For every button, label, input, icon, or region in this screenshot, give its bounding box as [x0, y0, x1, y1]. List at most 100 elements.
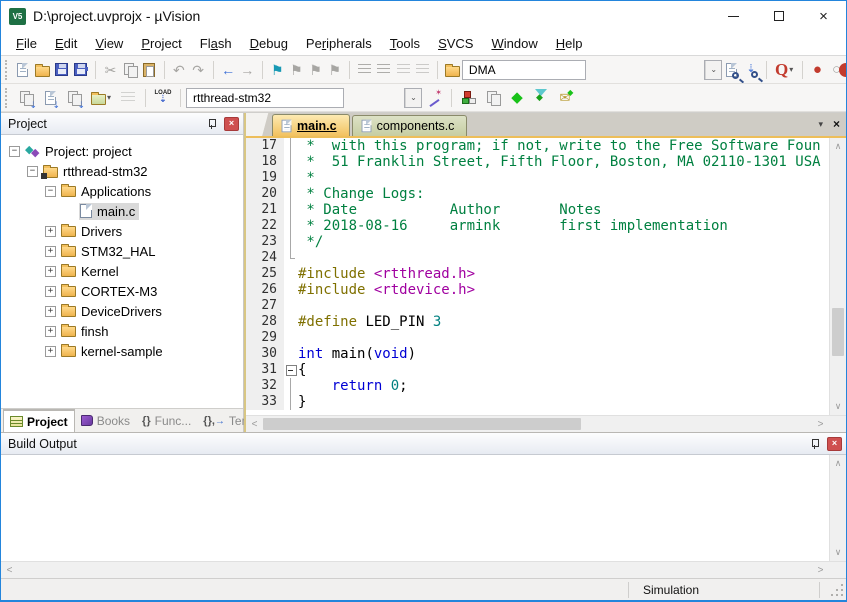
menu-help[interactable]: Help [547, 32, 592, 55]
scroll-right-icon[interactable]: > [812, 416, 829, 432]
build-button[interactable]: ⇣ [38, 86, 62, 110]
code-line-20[interactable]: 20 * Change Logs: [246, 186, 829, 202]
tab-list-dropdown-icon[interactable]: ▾ [818, 119, 823, 130]
find-button[interactable] [722, 58, 741, 82]
clear-bookmarks-button[interactable]: ⚑ [325, 58, 344, 82]
toolbar-grip-2[interactable] [5, 88, 10, 108]
code-line-32[interactable]: 32 return 0; [246, 378, 829, 394]
expand-icon[interactable]: + [45, 286, 56, 297]
paste-button[interactable] [139, 58, 158, 82]
translate-button[interactable]: ⇣ [14, 86, 38, 110]
build-horizontal-scrollbar[interactable]: < > [1, 561, 846, 578]
tree-item-finsh[interactable]: +finsh [1, 321, 243, 341]
collapse-icon[interactable]: − [27, 166, 38, 177]
menu-flash[interactable]: Flash [191, 32, 241, 55]
code-line-24[interactable]: 24 [246, 250, 829, 266]
scroll-up-icon[interactable]: ∧ [830, 138, 846, 155]
debug-q-button[interactable]: Q▾ [771, 58, 797, 82]
code-line-19[interactable]: 19 * [246, 170, 829, 186]
manage-components-button[interactable]: ✉ [553, 86, 577, 110]
close-document-icon[interactable]: × [833, 117, 840, 131]
build-scroll-up-icon[interactable]: ∧ [830, 455, 846, 472]
maximize-button[interactable] [756, 2, 801, 31]
batch-build-button[interactable]: ▾ [86, 86, 116, 110]
tree-item-drivers[interactable]: +Drivers [1, 221, 243, 241]
open-button[interactable] [33, 58, 52, 82]
expand-icon[interactable]: + [45, 246, 56, 257]
build-scroll-down-icon[interactable]: ∨ [830, 544, 846, 561]
editor-horizontal-scrollbar[interactable]: < > [246, 415, 846, 432]
toolbar-grip[interactable] [5, 60, 9, 80]
editor-vertical-scrollbar[interactable]: ∧ ∨ [829, 138, 846, 415]
stop-build-button[interactable] [116, 86, 140, 110]
collapse-icon[interactable]: − [9, 146, 20, 157]
cut-button[interactable]: ✂ [101, 58, 120, 82]
insert-breakpoint-button[interactable]: ● [808, 58, 827, 82]
indent-button[interactable] [355, 58, 374, 82]
panel-tab-functions[interactable]: {}Func... [136, 409, 197, 432]
menu-tools[interactable]: Tools [381, 32, 429, 55]
tree-item-applications[interactable]: −Applications [1, 181, 243, 201]
editor-hscroll-track[interactable] [263, 416, 812, 432]
tree-item-main-c[interactable]: main.c [1, 201, 243, 221]
kill-breakpoints-icon[interactable] [839, 63, 846, 77]
code-line-29[interactable]: 29 [246, 330, 829, 346]
build-output-text[interactable] [1, 455, 829, 561]
rebuild-button[interactable]: ⇣ [62, 86, 86, 110]
code-line-30[interactable]: 30int main(void) [246, 346, 829, 362]
code-line-23[interactable]: 23 */ [246, 234, 829, 250]
menu-file[interactable]: File [7, 32, 46, 55]
resize-grip[interactable] [828, 581, 846, 599]
menu-edit[interactable]: Edit [46, 32, 86, 55]
code-line-17[interactable]: 17 * with this program; if not, write to… [246, 138, 829, 154]
select-software-packs-button[interactable] [529, 86, 553, 110]
code-line-28[interactable]: 28#define LED_PIN 3 [246, 314, 829, 330]
incremental-find-button[interactable]: ⇣ [741, 58, 760, 82]
toggle-bookmark-button[interactable]: ⚑ [268, 58, 287, 82]
redo-button[interactable]: ↷ [188, 58, 207, 82]
tree-item-kernel[interactable]: +Kernel [1, 261, 243, 281]
find-in-files-button[interactable] [443, 58, 462, 82]
save-button[interactable] [52, 58, 71, 82]
menu-peripherals[interactable]: Peripherals [297, 32, 381, 55]
fold-collapse-icon[interactable] [284, 362, 298, 378]
target-select[interactable]: rtthread-stm32 [186, 88, 344, 108]
editor-hscroll-thumb[interactable] [263, 418, 581, 430]
minimize-button[interactable] [711, 2, 756, 31]
comment-button[interactable] [394, 58, 413, 82]
panel-tab-books[interactable]: Books [75, 409, 136, 432]
tree-item-stm32-hal[interactable]: +STM32_HAL [1, 241, 243, 261]
expand-icon[interactable]: + [45, 266, 56, 277]
tree-item-cortex-m3[interactable]: +CORTEX-M3 [1, 281, 243, 301]
panel-tab-project[interactable]: Project [3, 409, 75, 432]
tree-item-kernel-sample[interactable]: +kernel-sample [1, 341, 243, 361]
expand-icon[interactable]: + [45, 226, 56, 237]
target-select-dropdown[interactable]: ⌄ [404, 88, 422, 108]
expand-icon[interactable]: + [45, 306, 56, 317]
menu-view[interactable]: View [86, 32, 132, 55]
download-button[interactable]: LOAD ⇣ [151, 86, 175, 110]
editor-vscroll-thumb[interactable] [832, 308, 844, 356]
build-scroll-right-icon[interactable]: > [812, 562, 829, 578]
code-line-31[interactable]: 31{ [246, 362, 829, 378]
next-bookmark-button[interactable]: ⚑ [287, 58, 306, 82]
code-line-33[interactable]: 33} [246, 394, 829, 410]
navigate-forward-button[interactable]: → [238, 58, 257, 82]
expand-icon[interactable]: + [45, 346, 56, 357]
copy-button[interactable] [120, 58, 139, 82]
tree-item-project-project[interactable]: −Project: project [1, 141, 243, 161]
editor-tab-main-c[interactable]: main.c [272, 114, 350, 136]
menu-project[interactable]: Project [132, 32, 190, 55]
scroll-down-icon[interactable]: ∨ [830, 398, 846, 415]
editor-tab-components-c[interactable]: components.c [352, 115, 468, 136]
code-line-21[interactable]: 21 * Date Author Notes [246, 202, 829, 218]
build-pin-icon[interactable] [809, 438, 821, 450]
code-line-22[interactable]: 22 * 2018-08-16 armink first implementat… [246, 218, 829, 234]
menu-debug[interactable]: Debug [241, 32, 297, 55]
undo-button[interactable]: ↶ [169, 58, 188, 82]
pack-installer-button[interactable]: ◆ [505, 86, 529, 110]
build-close-icon[interactable]: × [827, 437, 842, 451]
pin-icon[interactable] [206, 118, 218, 130]
collapse-icon[interactable]: − [45, 186, 56, 197]
prev-bookmark-button[interactable]: ⚑ [306, 58, 325, 82]
